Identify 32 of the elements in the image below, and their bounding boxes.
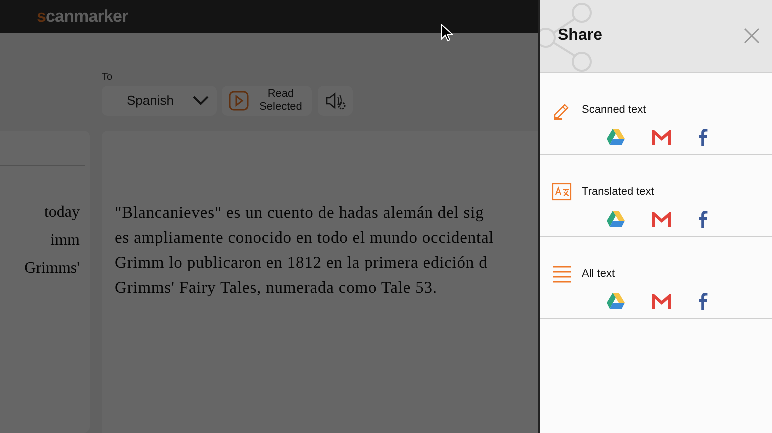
source-text-line: imm <box>50 231 80 251</box>
gmail-icon[interactable] <box>652 294 672 308</box>
mouse-pointer-icon <box>441 24 453 42</box>
facebook-icon[interactable] <box>698 210 708 228</box>
facebook-icon[interactable] <box>698 128 708 146</box>
logo: scanmarker <box>37 6 128 28</box>
language-dropdown[interactable]: Spanish <box>102 86 217 116</box>
share-option-label: Translated text <box>582 184 654 200</box>
close-icon[interactable] <box>744 28 760 44</box>
facebook-icon[interactable] <box>698 292 708 310</box>
play-icon <box>229 91 249 111</box>
chevron-down-icon <box>193 96 209 106</box>
speaker-gear-icon <box>324 91 346 111</box>
target-language-label: To <box>102 71 114 85</box>
share-option-label: Scanned text <box>582 102 646 118</box>
translated-text-line: Grimms' Fairy Tales, numerada como Tale 53. <box>115 277 438 299</box>
share-title: Share <box>558 26 602 46</box>
drive-icon[interactable] <box>606 128 626 146</box>
speech-settings-button[interactable] <box>318 86 353 116</box>
source-text-line: Grimms' <box>24 259 80 279</box>
translated-text-line: Grimm lo publicaron en 1812 en la primera edición d <box>115 252 489 274</box>
translate-icon <box>552 182 572 202</box>
drive-icon[interactable] <box>606 292 626 310</box>
gmail-icon[interactable] <box>652 212 672 226</box>
source-text-line: today <box>44 203 80 223</box>
share-option-label: All text <box>582 266 616 282</box>
list-lines-icon <box>552 265 572 283</box>
translated-text-line: es ampliamente conocido en todo el mundo occidental <box>115 227 496 249</box>
drive-icon[interactable] <box>606 210 626 228</box>
gmail-icon[interactable] <box>652 130 672 144</box>
read-selected-button[interactable]: Read Selected <box>222 86 312 116</box>
translated-text-line: "Blancanieves" es un cuento de hadas alemán del sig <box>115 202 486 224</box>
